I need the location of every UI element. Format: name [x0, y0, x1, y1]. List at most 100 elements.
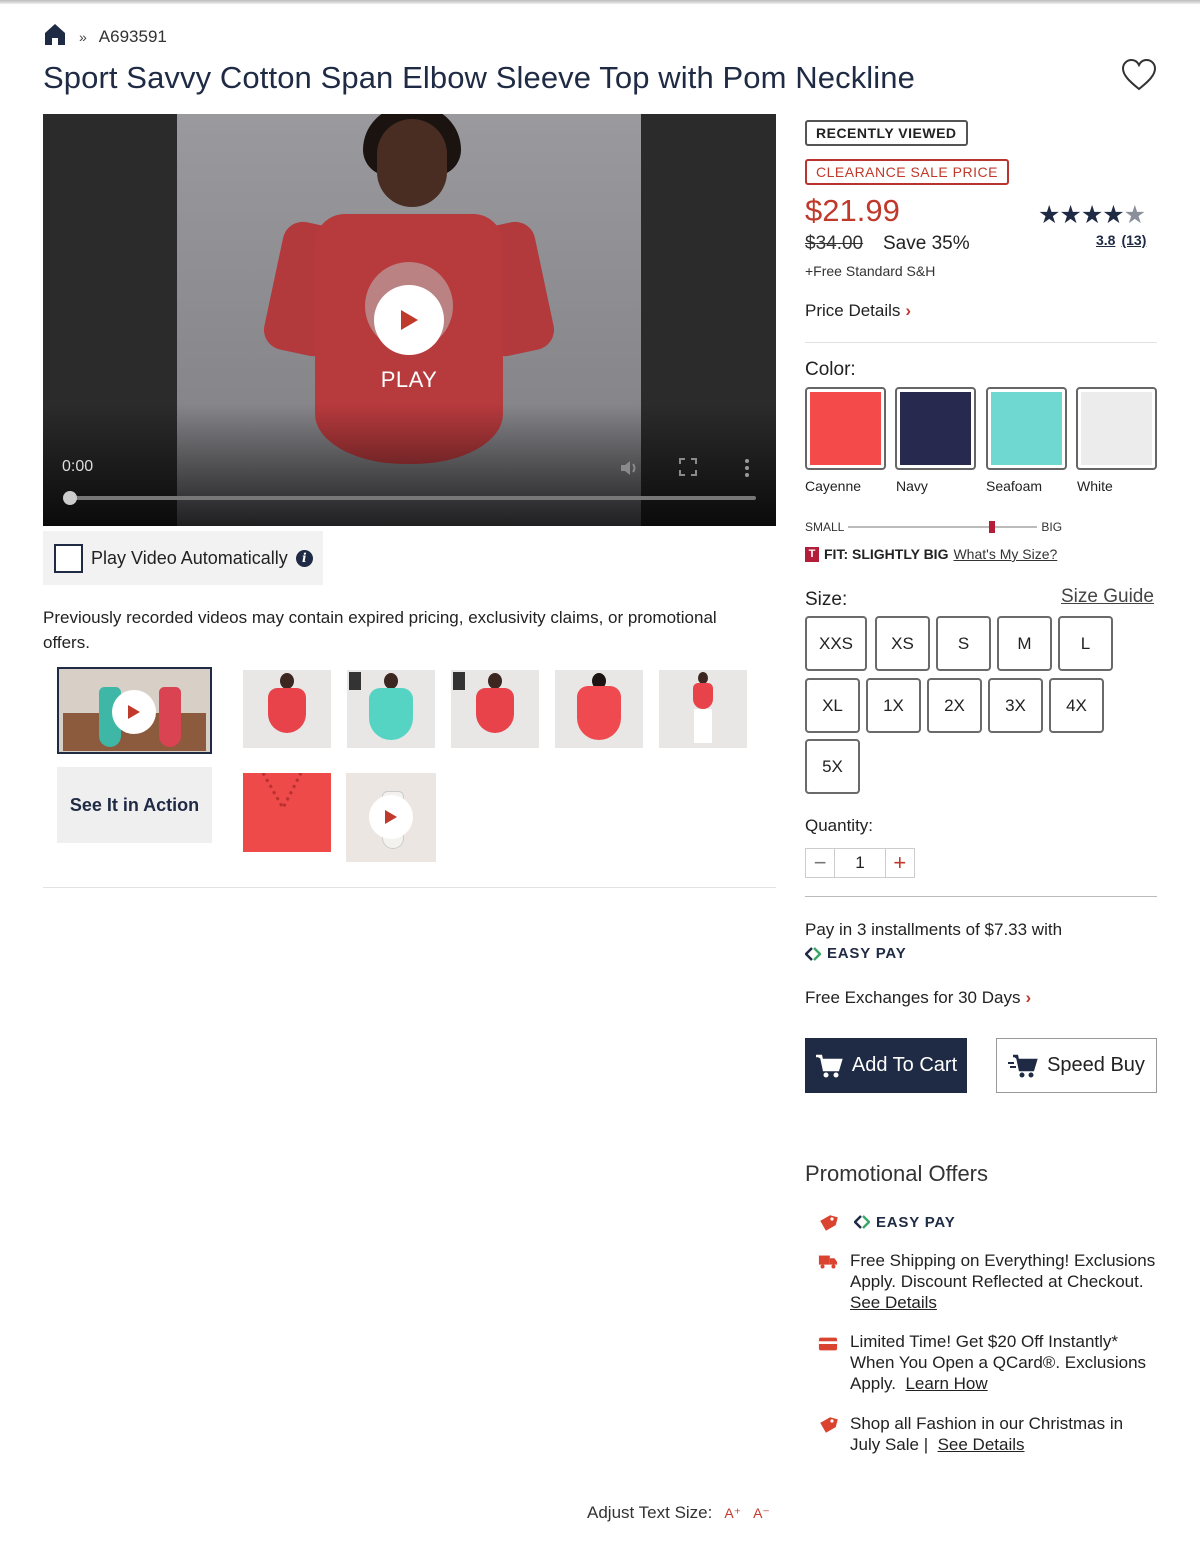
size-option-3x[interactable]: 3X: [988, 678, 1043, 733]
credit-card-icon: [818, 1337, 838, 1351]
swatch-fill: [991, 392, 1062, 465]
whats-my-size-link[interactable]: What's My Size?: [953, 546, 1057, 562]
color-swatch-white[interactable]: [1076, 387, 1157, 470]
learn-how-link[interactable]: Learn How: [905, 1374, 987, 1393]
quantity-value[interactable]: 1: [835, 849, 884, 877]
thumbnail-image-3[interactable]: [347, 670, 435, 748]
easy-pay-icon: [805, 946, 821, 961]
volume-icon[interactable]: [619, 458, 641, 483]
fit-small-label: SMALL: [805, 520, 845, 534]
color-swatch-navy[interactable]: [895, 387, 976, 470]
fit-scale-line: [848, 521, 1038, 533]
easy-pay-logo[interactable]: EASY PAY: [854, 1212, 956, 1233]
fit-summary: T FIT: SLIGHTLY BIG What's My Size?: [805, 546, 1057, 562]
fit-big-label: BIG: [1041, 520, 1063, 534]
size-option-xxs[interactable]: XXS: [805, 616, 867, 671]
free-exchanges-link[interactable]: Free Exchanges for 30 Days ›: [805, 988, 1031, 1008]
price-details-link[interactable]: Price Details ›: [805, 301, 911, 321]
cart-icon: [815, 1054, 843, 1077]
sale-price: $21.99: [805, 193, 900, 228]
product-video-player[interactable]: PLAY 0:00: [43, 114, 776, 526]
thumbnail-play-button[interactable]: [369, 795, 413, 839]
video-control-gradient: [43, 404, 776, 526]
home-icon[interactable]: [43, 22, 67, 51]
info-icon[interactable]: i: [295, 549, 313, 567]
more-options-icon[interactable]: [742, 458, 752, 483]
see-it-in-action-button[interactable]: See It in Action: [57, 767, 212, 843]
speed-buy-button[interactable]: Speed Buy: [996, 1038, 1157, 1093]
promotional-offers-title: Promotional Offers: [805, 1161, 989, 1186]
rating-value: 3.8: [1096, 232, 1116, 248]
adjust-text-size-label: Adjust Text Size:: [587, 1503, 713, 1522]
increase-text-size-button[interactable]: A⁺: [724, 1505, 741, 1522]
video-progress-track[interactable]: [69, 496, 756, 500]
color-swatch-cayenne[interactable]: [805, 387, 886, 470]
thumbnail-figure: [268, 688, 306, 733]
thumbnail-image-4[interactable]: [451, 670, 539, 748]
size-option-xs[interactable]: XS: [875, 616, 930, 671]
thumbnail-play-button[interactable]: [112, 690, 156, 734]
autoplay-toggle[interactable]: Play Video Automatically i: [43, 531, 323, 585]
breadcrumb: » A693591: [43, 22, 167, 51]
color-swatch-seafoam[interactable]: [986, 387, 1067, 470]
size-option-4x[interactable]: 4X: [1049, 678, 1104, 733]
video-progress-handle[interactable]: [63, 491, 77, 505]
quantity-increase-button[interactable]: +: [884, 849, 914, 877]
thumbnail-tag: [453, 672, 465, 690]
size-option-1x[interactable]: 1X: [866, 678, 921, 733]
swatch-name: Cayenne: [805, 478, 862, 494]
size-option-l[interactable]: L: [1058, 616, 1113, 671]
size-label: Size:: [805, 589, 848, 610]
thumbnail-video-8[interactable]: [346, 773, 436, 862]
add-to-cart-button[interactable]: Add To Cart: [805, 1038, 967, 1093]
size-option-5x[interactable]: 5X: [805, 739, 860, 794]
play-button[interactable]: [374, 285, 444, 355]
quantity-label: Quantity:: [805, 816, 874, 835]
size-option-2x[interactable]: 2X: [927, 678, 982, 733]
thumbnail-image-2[interactable]: [243, 670, 331, 748]
thumbnail-legs: [694, 709, 712, 743]
thumbnail-figure: [476, 688, 514, 733]
favorite-heart-icon[interactable]: [1121, 58, 1157, 97]
thumbnail-image-6[interactable]: [659, 670, 747, 748]
autoplay-checkbox[interactable]: [54, 543, 83, 573]
fullscreen-icon[interactable]: [679, 458, 697, 481]
top-border: [0, 0, 1200, 4]
swatch-fill: [810, 392, 881, 465]
play-icon: [128, 705, 140, 719]
promo-qcard-text: Limited Time! Get $20 Off Instantly* Whe…: [850, 1332, 1147, 1393]
size-option-m[interactable]: M: [997, 616, 1052, 671]
speed-buy-label: Speed Buy: [1047, 1054, 1145, 1076]
promo-free-shipping: Free Shipping on Everything! Exclusions …: [818, 1250, 1158, 1313]
rating-link[interactable]: 3.8 (13): [1096, 232, 1146, 248]
thumbnail-image-7[interactable]: [243, 773, 331, 852]
see-details-link[interactable]: See Details: [850, 1293, 937, 1312]
easy-pay-icon: [854, 1215, 870, 1229]
fit-text: FIT: SLIGHTLY BIG: [824, 546, 949, 562]
size-option-s[interactable]: S: [936, 616, 991, 671]
installments-text: Pay in 3 installments of $7.33 with: [805, 920, 1063, 939]
see-details-link[interactable]: See Details: [938, 1435, 1025, 1454]
decrease-text-size-button[interactable]: A⁻: [753, 1505, 770, 1522]
tag-icon: [820, 1417, 838, 1433]
review-count: (13): [1121, 232, 1147, 248]
divider: [43, 887, 776, 888]
chevron-right-icon: ›: [905, 301, 912, 320]
thumbnail-video-1[interactable]: [57, 667, 212, 754]
size-option-xl[interactable]: XL: [805, 678, 860, 733]
video-time: 0:00: [62, 458, 94, 475]
quantity-decrease-button[interactable]: −: [806, 849, 836, 877]
thumbnail-head: [384, 673, 398, 689]
video-disclaimer: Previously recorded videos may contain e…: [43, 608, 717, 652]
size-guide-link[interactable]: Size Guide: [1061, 586, 1154, 608]
savings: Save 35%: [883, 233, 970, 254]
easy-pay-logo[interactable]: EASY PAY: [805, 945, 1062, 962]
add-to-cart-label: Add To Cart: [851, 1054, 958, 1076]
promo-shipping-text: Free Shipping on Everything! Exclusions …: [850, 1251, 1156, 1291]
play-icon: [401, 310, 418, 330]
quantity-stepper[interactable]: − 1 +: [805, 848, 915, 878]
free-exchanges-label: Free Exchanges for 30 Days: [805, 988, 1021, 1007]
promo-qcard: Limited Time! Get $20 Off Instantly* Whe…: [818, 1331, 1158, 1394]
promo-easy-pay: EASY PAY: [818, 1211, 1158, 1233]
thumbnail-image-5[interactable]: [555, 670, 643, 748]
